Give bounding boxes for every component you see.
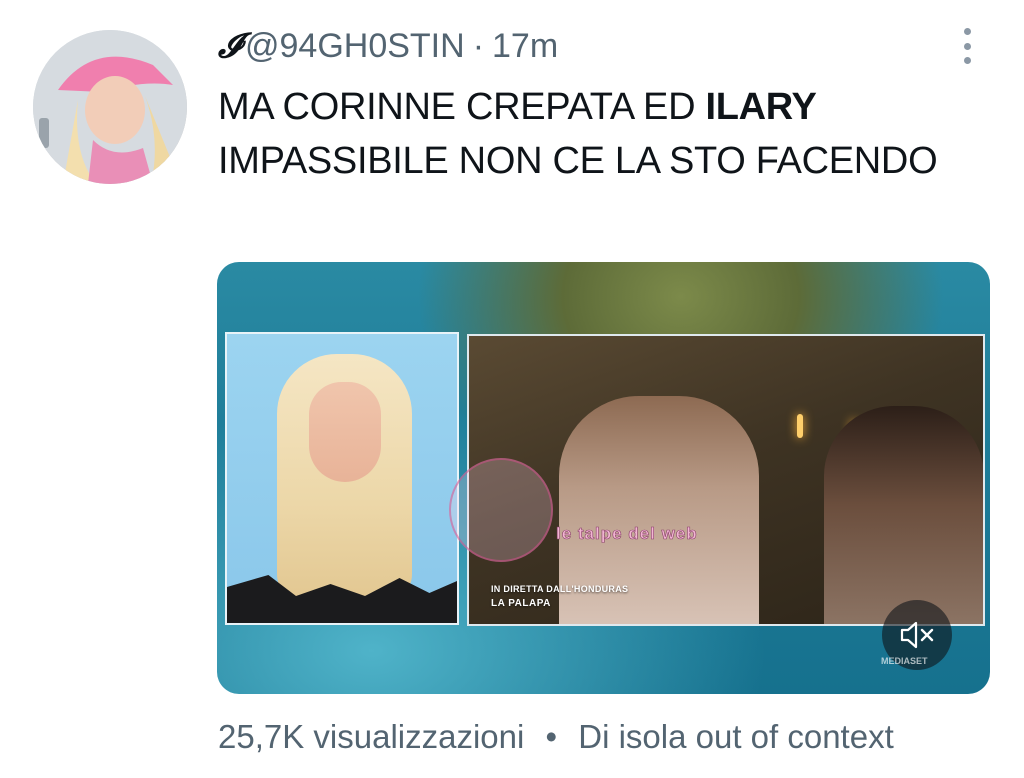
watermark-circle-logo (449, 458, 553, 562)
author-avatar[interactable] (33, 30, 187, 184)
tweet-text-part1: MA CORINNE CREPATA ED (218, 86, 706, 128)
tweet-header: 𝓘 @94GH0STIN · 17m (218, 24, 558, 68)
watermark-text: le talpe del web (556, 524, 698, 544)
tweet-footer: 25,7K visualizzazioni • Di isola out of … (218, 718, 894, 756)
mediaset-logo: MEDIASET (881, 656, 928, 666)
more-options-icon[interactable] (955, 26, 979, 66)
tweet-text-bold: ILARY (705, 86, 817, 128)
video-host-panel (225, 332, 459, 625)
author-handle[interactable]: @94GH0STIN (245, 27, 465, 66)
tweet-text: MA CORINNE CREPATA ED ILARY IMPASSIBILE … (218, 80, 958, 188)
view-count: 25,7K visualizzazioni (218, 718, 525, 755)
source-community-link[interactable]: Di isola out of context (578, 718, 894, 755)
video-overlay-line1: IN DIRETTA DALL'HONDURAS (491, 584, 629, 594)
host-face (309, 382, 381, 482)
video-overlay-line2: LA PALAPA (491, 598, 551, 609)
tweet-timestamp[interactable]: 17m (492, 27, 558, 66)
avatar-portrait-icon (33, 30, 187, 184)
author-name[interactable]: 𝓘 (218, 26, 241, 66)
speaker-muted-icon (900, 621, 934, 649)
tweet-video[interactable]: le talpe del web IN DIRETTA DALL'HONDURA… (217, 262, 990, 694)
torch-icon (797, 414, 803, 438)
scene-person-right (824, 406, 983, 624)
tweet-text-part2: IMPASSIBILE NON CE LA STO FACENDO (218, 140, 938, 182)
video-scene-panel (467, 334, 985, 626)
header-separator: · (472, 26, 485, 65)
footer-separator: • (545, 718, 558, 755)
